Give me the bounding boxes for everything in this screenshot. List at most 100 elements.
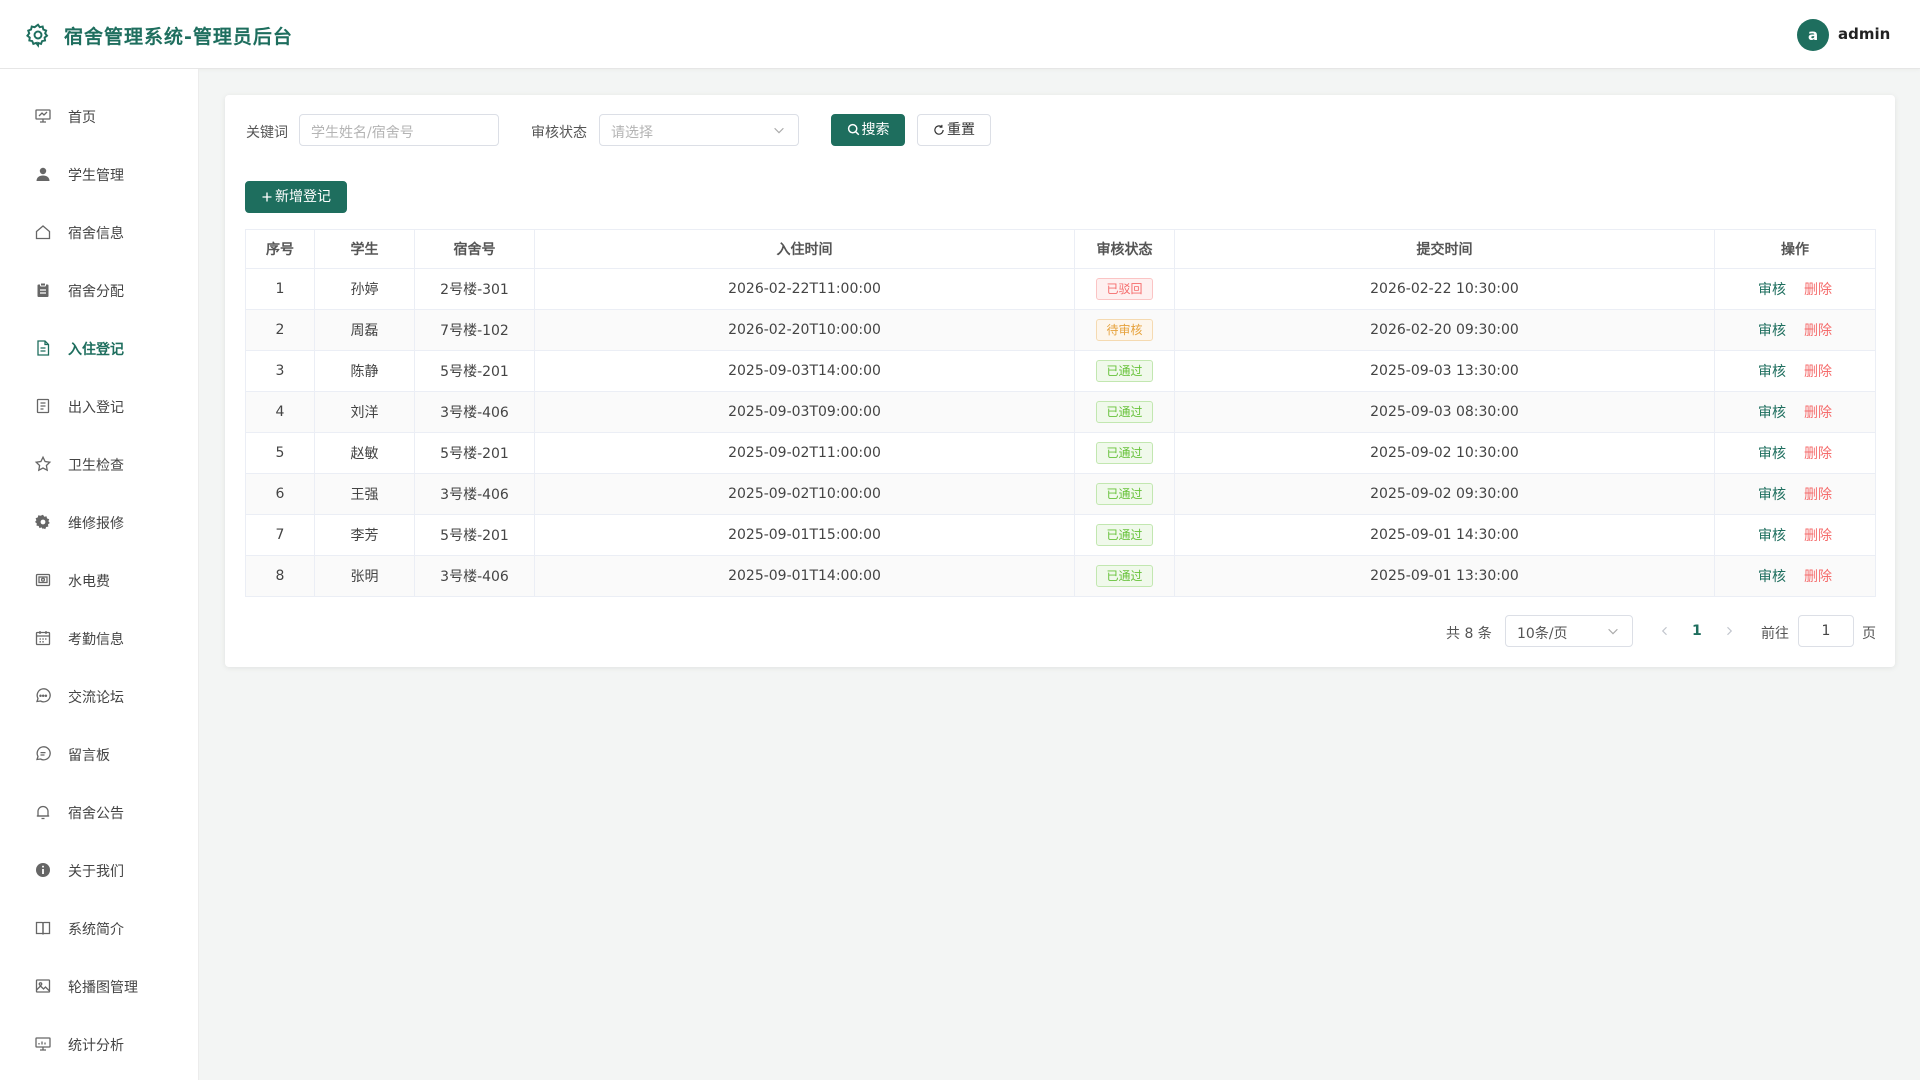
delete-link[interactable]: 删除 [1804,528,1832,544]
sidebar-item-label: 交流论坛 [68,690,124,706]
review-link[interactable]: 审核 [1758,487,1786,503]
sidebar-item-8[interactable]: 水电费 [0,560,199,600]
status-badge: 已通过 [1096,360,1153,382]
sidebar-item-label: 统计分析 [68,1038,124,1054]
prev-page-icon[interactable] [1659,625,1671,637]
cell-status: 已驳回 [1074,268,1175,310]
sidebar-item-12[interactable]: 宿舍公告 [0,792,199,832]
review-link[interactable]: 审核 [1758,282,1786,298]
sidebar-item-label: 宿舍分配 [68,284,124,300]
delete-link[interactable]: 删除 [1804,487,1832,503]
table-row: 7 李芳 5号楼-201 2025-09-01T15:00:00 已通过 2025-09-… [245,514,1876,556]
sidebar-item-1[interactable]: 学生管理 [0,154,199,194]
review-link[interactable]: 审核 [1758,405,1786,421]
sidebar: 首页学生管理宿舍信息宿舍分配入住登记出入登记卫生检查维修报修水电费考勤信息交流论… [0,69,199,1080]
cell-actions: 审核 删除 [1714,432,1876,474]
status-label: 审核状态 [531,125,587,141]
cell-status: 已通过 [1074,473,1175,515]
sidebar-item-0[interactable]: 首页 [0,96,199,136]
keyword-input[interactable]: 学生姓名/宿舍号 [299,114,499,146]
cell-room: 7号楼-102 [414,309,535,351]
sidebar-item-label: 卫生检查 [68,458,124,474]
goto-page-input[interactable]: 1 [1798,615,1854,647]
sidebar-item-16[interactable]: 统计分析 [0,1024,199,1064]
review-link[interactable]: 审核 [1758,528,1786,544]
next-page-icon[interactable] [1723,625,1735,637]
sidebar-item-label: 考勤信息 [68,632,124,648]
status-select[interactable]: 请选择 [599,114,799,146]
chevron-down-icon [774,127,784,134]
cell-status: 已通过 [1074,350,1175,392]
cell-no: 7 [245,514,315,556]
page-suffix: 页 [1862,626,1876,642]
sidebar-item-15[interactable]: 轮播图管理 [0,966,199,1006]
chat-dots-icon [36,688,51,703]
review-link[interactable]: 审核 [1758,323,1786,339]
cell-checkin-time: 2026-02-20T10:00:00 [534,309,1075,351]
cell-student: 孙婷 [314,268,415,310]
table-row: 8 张明 3号楼-406 2025-09-01T14:00:00 已通过 2025-09-… [245,555,1876,597]
current-page[interactable]: 1 [1692,623,1702,639]
cell-checkin-time: 2025-09-03T09:00:00 [534,391,1075,433]
delete-link[interactable]: 删除 [1804,405,1832,421]
sidebar-item-label: 留言板 [68,748,110,764]
table-row: 5 赵敏 5号楼-201 2025-09-02T11:00:00 已通过 2025-09-… [245,432,1876,474]
cell-room: 5号楼-201 [414,350,535,392]
document-icon [37,340,50,356]
add-registration-button[interactable]: 新增登记 [245,181,347,213]
sidebar-item-label: 首页 [68,110,96,126]
sidebar-item-9[interactable]: 考勤信息 [0,618,199,658]
review-link[interactable]: 审核 [1758,446,1786,462]
column-header: 序号 [245,229,315,269]
sidebar-item-10[interactable]: 交流论坛 [0,676,199,716]
app-title: 宿舍管理系统-管理员后台 [64,26,293,48]
cell-student: 刘洋 [314,391,415,433]
table-header-row: 序号 学生 宿舍号 入住时间 审核状态 提交时间 操作 [245,229,1876,269]
keyword-placeholder: 学生姓名/宿舍号 [311,125,414,141]
column-header: 审核状态 [1074,229,1175,269]
sidebar-item-11[interactable]: 留言板 [0,734,199,774]
avatar[interactable]: a [1797,19,1829,51]
bell-icon [36,805,50,820]
cell-status: 已通过 [1074,432,1175,474]
sidebar-item-3[interactable]: 宿舍分配 [0,270,199,310]
delete-link[interactable]: 删除 [1804,364,1832,380]
sidebar-item-5[interactable]: 出入登记 [0,386,199,426]
cell-no: 5 [245,432,315,474]
cell-status: 已通过 [1074,514,1175,556]
cell-status: 已通过 [1074,391,1175,433]
cell-checkin-time: 2025-09-02T11:00:00 [534,432,1075,474]
tickets-icon [36,398,50,414]
username[interactable]: admin [1838,25,1890,43]
cell-checkin-time: 2025-09-02T10:00:00 [534,473,1075,515]
sidebar-item-4[interactable]: 入住登记 [0,328,199,368]
sidebar-item-2[interactable]: 宿舍信息 [0,212,199,252]
sidebar-item-14[interactable]: 系统简介 [0,908,199,948]
table-row: 2 周磊 7号楼-102 2026-02-20T10:00:00 待审核 2026-02-… [245,309,1876,351]
delete-link[interactable]: 删除 [1804,282,1832,298]
reset-button[interactable]: 重置 [917,114,991,146]
sidebar-item-label: 系统简介 [68,922,124,938]
status-badge: 已驳回 [1096,278,1153,300]
cell-student: 张明 [314,555,415,597]
sidebar-item-7[interactable]: 维修报修 [0,502,199,542]
sidebar-item-6[interactable]: 卫生检查 [0,444,199,484]
goto-label: 前往 [1761,626,1789,642]
sidebar-item-label: 学生管理 [68,168,124,184]
delete-link[interactable]: 删除 [1804,569,1832,585]
cell-no: 2 [245,309,315,351]
status-badge: 已通过 [1096,401,1153,423]
column-header: 入住时间 [534,229,1075,269]
page-size-select[interactable]: 10条/页 [1505,615,1633,647]
cell-room: 3号楼-406 [414,473,535,515]
delete-link[interactable]: 删除 [1804,323,1832,339]
info-icon [36,863,50,877]
review-link[interactable]: 审核 [1758,569,1786,585]
sidebar-item-label: 关于我们 [68,864,124,880]
search-button[interactable]: 搜索 [831,114,905,146]
cell-student: 陈静 [314,350,415,392]
review-link[interactable]: 审核 [1758,364,1786,380]
cell-actions: 审核 删除 [1714,473,1876,515]
delete-link[interactable]: 删除 [1804,446,1832,462]
sidebar-item-13[interactable]: 关于我们 [0,850,199,890]
